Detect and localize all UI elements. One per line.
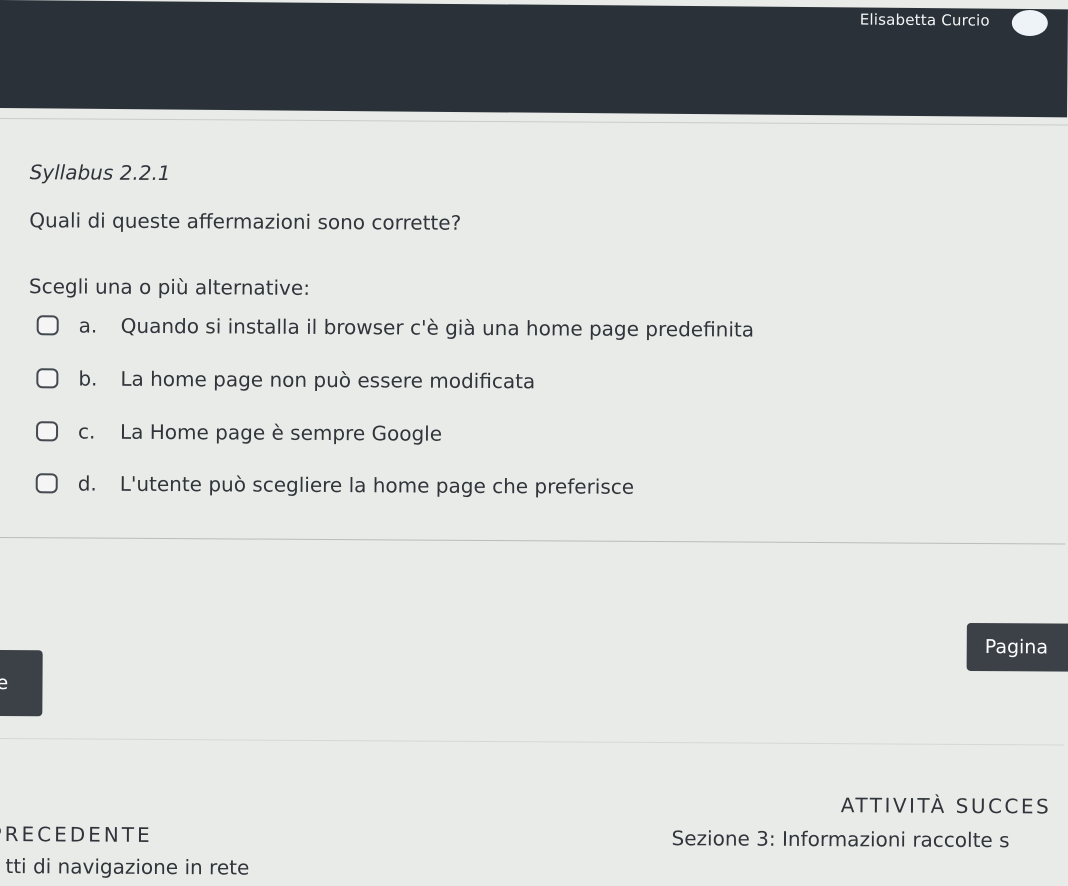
quiz-content: Syllabus 2.2.1 Quali di queste affermazi…	[0, 112, 1068, 886]
top-divider	[0, 117, 1068, 126]
previous-activity-label: PRECEDENTE	[0, 821, 153, 847]
bottom-divider	[0, 737, 1065, 746]
user-name[interactable]: Elisabetta Curcio	[860, 11, 990, 30]
top-navbar: Elisabetta Curcio	[0, 0, 1068, 118]
options-divider	[0, 536, 1066, 545]
option-b[interactable]: b. La home page non può essere modificat…	[36, 363, 535, 396]
page-button[interactable]: Pagina	[966, 622, 1068, 672]
next-activity-label: ATTIVITÀ SUCCES	[840, 793, 1052, 819]
option-c-letter: c.	[77, 419, 96, 444]
question-text: Quali di queste affermazioni sono corret…	[29, 208, 462, 235]
option-d[interactable]: d. L'utente può scegliere la home page c…	[35, 468, 635, 502]
option-b-letter: b.	[78, 366, 98, 391]
option-c-checkbox[interactable]	[35, 421, 59, 442]
previous-activity-link[interactable]: tti di navigazione in rete	[5, 854, 249, 879]
option-c[interactable]: c. La Home page è sempre Google	[35, 416, 443, 448]
option-a-letter: a.	[78, 313, 98, 338]
option-a-checkbox[interactable]	[36, 315, 59, 336]
option-a[interactable]: a. Quando si installa il browser c'è già…	[36, 310, 755, 344]
previous-page-button[interactable]: e	[0, 649, 43, 717]
option-d-letter: d.	[77, 471, 97, 496]
next-activity-link[interactable]: Sezione 3: Informazioni raccolte s	[672, 826, 1010, 852]
option-d-checkbox[interactable]	[35, 473, 58, 494]
option-b-checkbox[interactable]	[36, 368, 59, 389]
option-a-text: Quando si installa il browser c'è già un…	[120, 313, 755, 342]
user-avatar[interactable]	[1011, 9, 1048, 37]
answer-prompt: Scegli una o più alternative:	[28, 274, 311, 300]
option-d-text: L'utente può scegliere la home page che …	[119, 471, 635, 499]
option-c-text: La Home page è sempre Google	[119, 419, 443, 446]
syllabus-label: Syllabus 2.2.1	[29, 160, 171, 186]
option-b-text: La home page non può essere modificata	[120, 366, 536, 394]
